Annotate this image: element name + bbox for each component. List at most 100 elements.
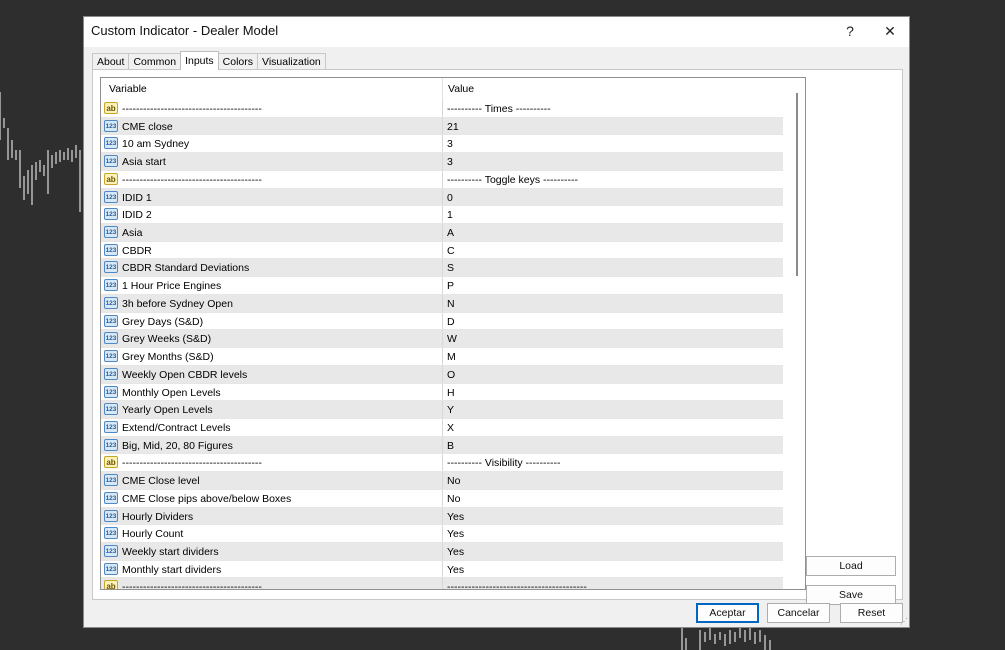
value-cell[interactable]: H: [447, 387, 455, 399]
table-row[interactable]: 123 Extend/Contract Levels X: [101, 418, 783, 437]
column-header-variable[interactable]: Variable: [109, 83, 147, 95]
value-cell[interactable]: X: [447, 422, 454, 434]
value-cell[interactable]: Y: [447, 404, 454, 416]
load-button[interactable]: Load: [806, 556, 896, 576]
table-row[interactable]: 123 CME Close pips above/below Boxes No: [101, 489, 783, 508]
value-cell[interactable]: Yes: [447, 564, 464, 576]
column-divider[interactable]: [442, 78, 443, 100]
integer-type-icon: 123: [104, 544, 118, 557]
value-cell[interactable]: B: [447, 440, 454, 452]
variable-name: Extend/Contract Levels: [122, 421, 231, 434]
table-row[interactable]: 123 1 Hour Price Engines P: [101, 277, 783, 295]
variable-name: ----------------------------------------: [122, 103, 262, 115]
value-cell[interactable]: Yes: [447, 528, 464, 540]
table-row[interactable]: 123 CBDR Standard Deviations S: [101, 259, 783, 278]
resize-grip-icon[interactable]: ⋰: [900, 617, 908, 626]
table-row[interactable]: 123 Grey Weeks (S&D) W: [101, 330, 783, 349]
table-row[interactable]: 123 Yearly Open Levels Y: [101, 401, 783, 419]
value-cell[interactable]: Yes: [447, 511, 464, 523]
table-row[interactable]: ab --------------------------------------…: [101, 170, 783, 189]
table-row[interactable]: 123 Asia A: [101, 224, 783, 242]
value-cell[interactable]: 3: [447, 138, 453, 150]
scrollbar-thumb[interactable]: [796, 93, 798, 276]
table-row[interactable]: 123 Hourly Count Yes: [101, 525, 783, 543]
value-cell[interactable]: W: [447, 333, 457, 345]
reset-button[interactable]: Reset: [840, 603, 903, 623]
integer-type-icon: 123: [104, 438, 118, 451]
integer-type-icon: 123: [104, 385, 118, 398]
value-cell[interactable]: No: [447, 475, 460, 487]
value-cell[interactable]: O: [447, 369, 455, 381]
tab-about[interactable]: About: [92, 53, 130, 70]
table-row[interactable]: 123 IDID 2 1: [101, 206, 783, 225]
tab-inputs[interactable]: Inputs: [180, 51, 219, 70]
variable-name: CME Close pips above/below Boxes: [122, 492, 292, 505]
table-row[interactable]: 123 Hourly Dividers Yes: [101, 507, 783, 526]
table-row[interactable]: 123 Monthly Open Levels H: [101, 383, 783, 402]
tab-colors[interactable]: Colors: [217, 53, 259, 70]
integer-type-icon: 123: [104, 420, 118, 433]
table-row[interactable]: 123 Monthly start dividers Yes: [101, 560, 783, 579]
cell-divider: [442, 259, 443, 277]
close-button[interactable]: ✕: [878, 21, 902, 41]
table-row[interactable]: 123 Weekly start dividers Yes: [101, 542, 783, 561]
column-header-value[interactable]: Value: [448, 83, 474, 95]
table-row[interactable]: 123 CME close 21: [101, 117, 783, 136]
value-cell[interactable]: 21: [447, 121, 459, 133]
value-cell[interactable]: P: [447, 280, 454, 292]
variable-name: Weekly start dividers: [122, 545, 219, 558]
value-cell[interactable]: A: [447, 227, 454, 239]
tab-common[interactable]: Common: [128, 53, 182, 70]
accept-button[interactable]: Aceptar: [696, 603, 759, 623]
table-row[interactable]: 123 Grey Months (S&D) M: [101, 348, 783, 366]
value-cell[interactable]: 3: [447, 156, 453, 168]
integer-type-icon: 123: [104, 332, 118, 345]
value-cell[interactable]: S: [447, 262, 454, 274]
vertical-scrollbar[interactable]: [789, 78, 805, 589]
integer-type-icon: 123: [104, 208, 118, 221]
variable-name: IDID 2: [122, 209, 152, 222]
table-row[interactable]: ab --------------------------------------…: [101, 578, 783, 589]
table-row[interactable]: ab --------------------------------------…: [101, 100, 783, 118]
value-cell[interactable]: No: [447, 493, 460, 505]
table-row[interactable]: 123 IDID 1 0: [101, 188, 783, 207]
value-cell[interactable]: ----------------------------------------: [447, 581, 587, 589]
table-row[interactable]: 123 CME Close level No: [101, 472, 783, 490]
value-cell[interactable]: 0: [447, 192, 453, 204]
variable-name: 10 am Sydney: [122, 138, 190, 151]
value-cell[interactable]: M: [447, 351, 456, 363]
integer-type-icon: 123: [104, 296, 118, 309]
integer-type-icon: 123: [104, 226, 118, 239]
value-cell[interactable]: D: [447, 316, 455, 328]
table-row[interactable]: 123 10 am Sydney 3: [101, 135, 783, 154]
variable-name: Big, Mid, 20, 80 Figures: [122, 439, 233, 452]
table-row[interactable]: 123 Weekly Open CBDR levels O: [101, 365, 783, 384]
variable-name: Hourly Count: [122, 528, 184, 541]
save-button[interactable]: Save: [806, 585, 896, 605]
integer-type-icon: 123: [104, 261, 118, 274]
value-cell[interactable]: N: [447, 298, 455, 310]
help-button[interactable]: ?: [838, 21, 862, 41]
cell-divider: [442, 330, 443, 348]
integer-type-icon: 123: [104, 474, 118, 487]
integer-type-icon: 123: [104, 350, 118, 363]
table-row[interactable]: 123 CBDR C: [101, 241, 783, 260]
cancel-button[interactable]: Cancelar: [767, 603, 830, 623]
integer-type-icon: 123: [104, 279, 118, 292]
table-row[interactable]: 123 Grey Days (S&D) D: [101, 312, 783, 331]
value-cell[interactable]: ---------- Times ----------: [447, 103, 551, 115]
table-row[interactable]: ab --------------------------------------…: [101, 454, 783, 473]
value-cell[interactable]: ---------- Toggle keys ----------: [447, 174, 578, 186]
tab-visualization[interactable]: Visualization: [257, 53, 326, 70]
value-cell[interactable]: ---------- Visibility ----------: [447, 457, 561, 469]
value-cell[interactable]: Yes: [447, 546, 464, 558]
table-row[interactable]: 123 3h before Sydney Open N: [101, 294, 783, 313]
variable-name: Asia start: [122, 156, 166, 169]
value-cell[interactable]: 1: [447, 209, 453, 221]
cell-divider: [442, 472, 443, 489]
value-cell[interactable]: C: [447, 245, 455, 257]
table-row[interactable]: 123 Asia start 3: [101, 153, 783, 171]
inputs-grid: Variable Value ab -----------------------…: [100, 77, 806, 590]
table-row[interactable]: 123 Big, Mid, 20, 80 Figures B: [101, 436, 783, 455]
string-type-icon: ab: [104, 580, 118, 589]
